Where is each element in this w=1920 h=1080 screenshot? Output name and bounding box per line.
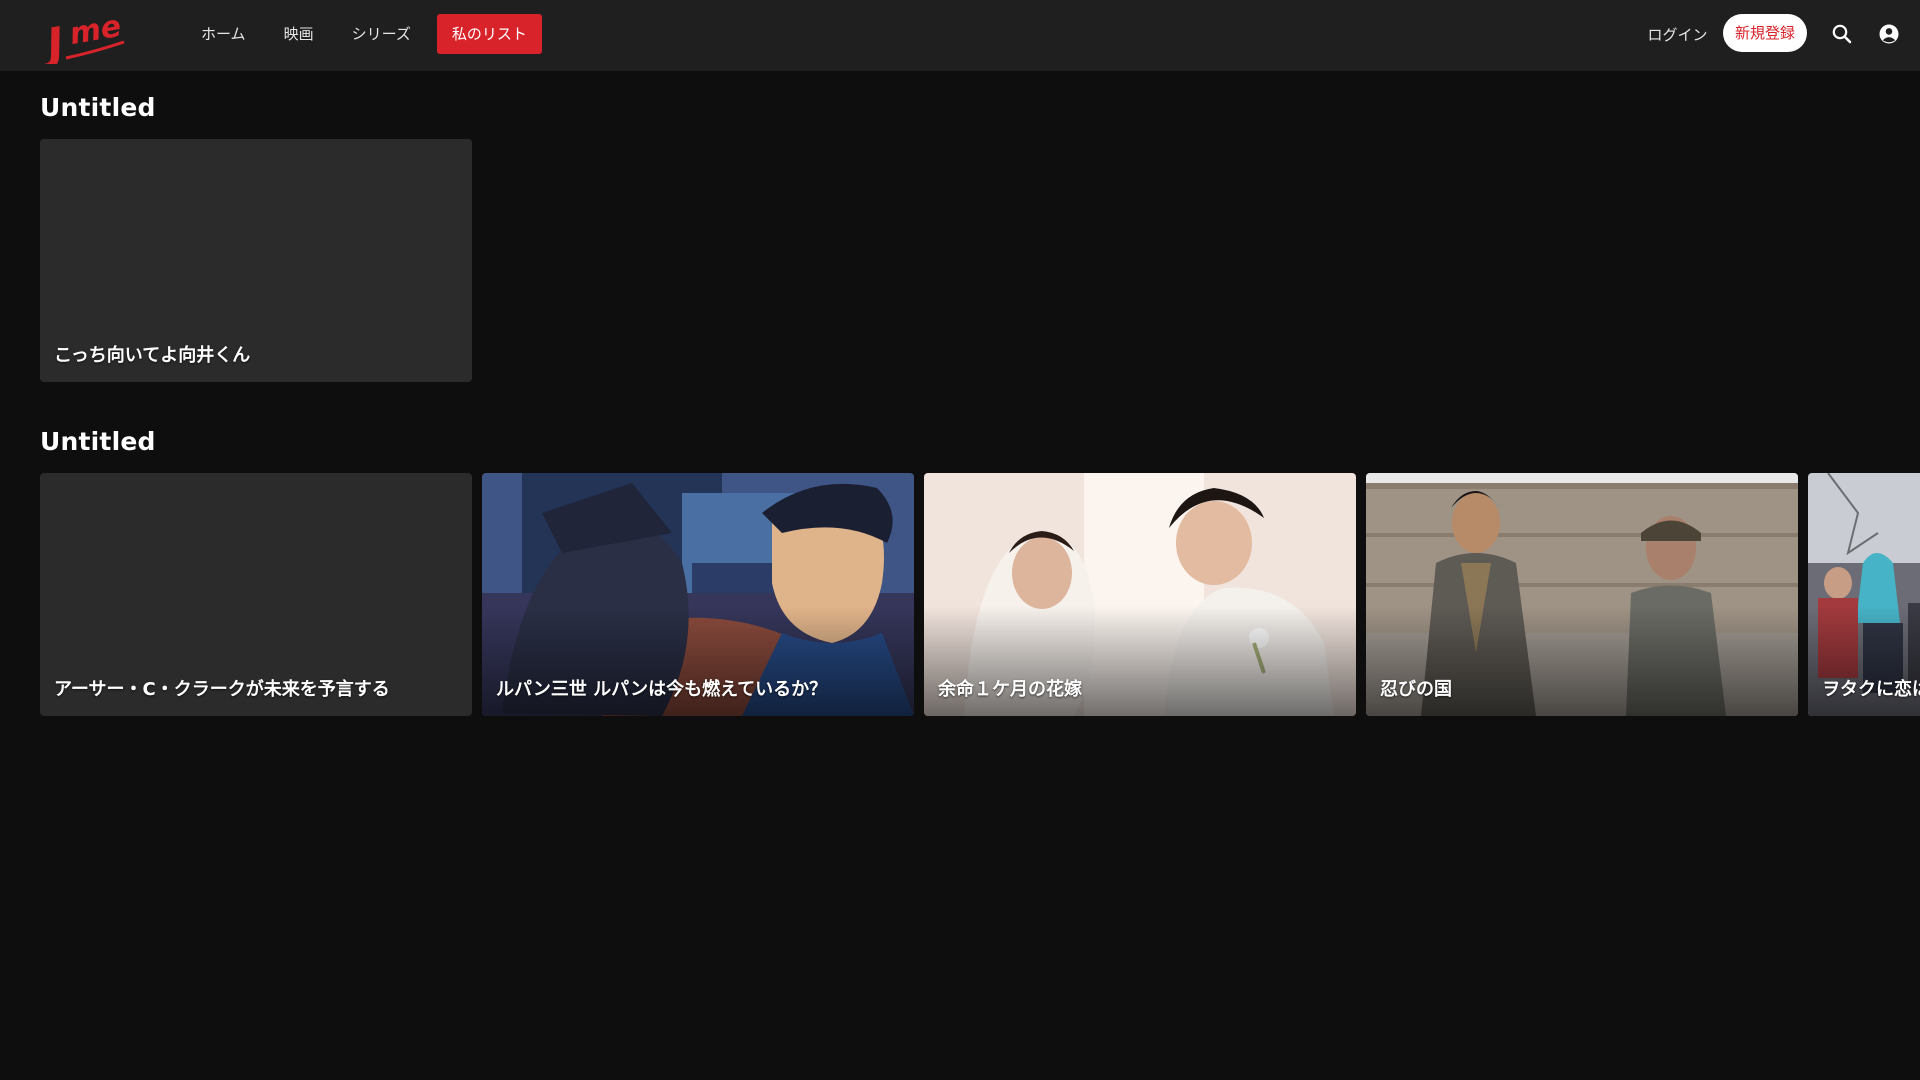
nav-my-list[interactable]: 私のリスト: [436, 14, 542, 54]
card-title: 忍びの国: [1380, 679, 1452, 700]
nav-series[interactable]: シリーズ: [334, 14, 429, 54]
account-icon[interactable]: [1877, 22, 1901, 46]
search-icon[interactable]: [1830, 22, 1854, 46]
title-card[interactable]: こっち向いてよ向井くん: [40, 139, 472, 382]
section-title: Untitled: [40, 427, 156, 456]
content-row: こっち向いてよ向井くん: [40, 139, 1920, 382]
title-card[interactable]: 余命１ケ月の花嫁: [924, 473, 1356, 716]
title-card[interactable]: 忍びの国: [1366, 473, 1798, 716]
title-card[interactable]: アーサー・C・クラークが未来を予言する: [40, 473, 472, 716]
card-title: こっち向いてよ向井くん: [54, 345, 251, 366]
card-title: 余命１ケ月の花嫁: [938, 679, 1082, 700]
top-navigation-bar: J me ホーム 映画 シリーズ 私のリスト ログイン 新規登録: [0, 0, 1920, 71]
login-link[interactable]: ログイン: [1640, 24, 1715, 45]
signup-button[interactable]: 新規登録: [1723, 14, 1807, 52]
content-row: アーサー・C・クラークが未来を予言する ルパン三世 ルパンは今も燃えているか？: [40, 473, 1920, 716]
svg-text:J: J: [44, 18, 68, 64]
nav-home[interactable]: ホーム: [183, 14, 264, 54]
section-title: Untitled: [40, 93, 156, 122]
main-nav: ホーム 映画 シリーズ 私のリスト: [183, 14, 544, 54]
nav-movies[interactable]: 映画: [266, 14, 332, 54]
title-card[interactable]: ヲタクに恋は難しい: [1808, 473, 1920, 716]
title-card[interactable]: ルパン三世 ルパンは今も燃えているか？: [482, 473, 914, 716]
card-title: アーサー・C・クラークが未来を予言する: [54, 679, 390, 700]
jme-logo[interactable]: J me: [44, 4, 130, 64]
card-title: ルパン三世 ルパンは今も燃えているか？: [496, 679, 828, 700]
card-title: ヲタクに恋は難しい: [1822, 679, 1920, 700]
